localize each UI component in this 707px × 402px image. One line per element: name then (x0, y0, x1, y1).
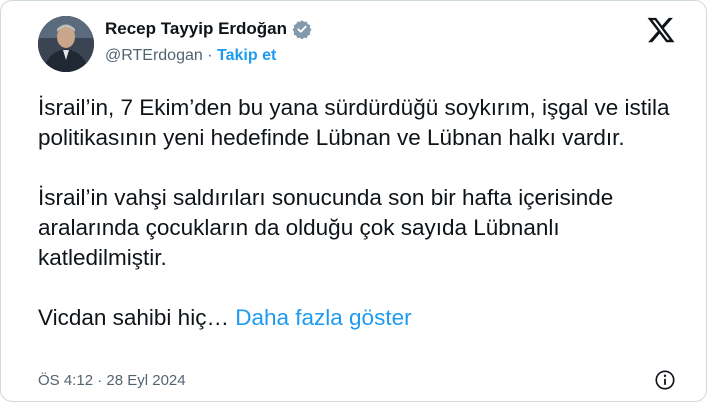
x-logo-icon[interactable] (646, 15, 676, 45)
tweet-paragraph-3: Vicdan sahibi hiç… Daha fazla göster (38, 303, 678, 333)
follow-button[interactable]: Takip et (217, 47, 276, 64)
tweet-date: 28 Eyl 2024 (106, 372, 186, 389)
tweet-time: ÖS 4:12 (38, 372, 94, 389)
tweet-card: Recep Tayyip Erdoğan @RTErdogan · Takip … (0, 0, 707, 402)
timestamp-separator: · (97, 372, 103, 389)
author-name-row: Recep Tayyip Erdoğan (105, 19, 312, 40)
verified-badge-icon (292, 19, 312, 40)
handle-separator: · (207, 47, 213, 64)
tweet-paragraph-2: İsrail’in vahşi saldırıları sonucunda so… (38, 185, 614, 270)
author-handle-row: @RTErdogan · Takip et (105, 47, 276, 65)
author-handle[interactable]: @RTErdogan (105, 47, 203, 64)
info-icon[interactable] (654, 369, 676, 391)
avatar-image (38, 16, 94, 72)
avatar[interactable] (38, 16, 94, 72)
tweet-timestamp[interactable]: ÖS 4:12 · 28 Eyl 2024 (38, 372, 186, 389)
tweet-text: İsrail’in, 7 Ekim’den bu yana sürdürdüğü… (38, 93, 678, 363)
show-more-link[interactable]: Daha fazla göster (235, 305, 411, 330)
tweet-paragraph-1: İsrail’in, 7 Ekim’den bu yana sürdürdüğü… (38, 95, 670, 150)
author-display-name[interactable]: Recep Tayyip Erdoğan (105, 19, 287, 39)
truncated-text: Vicdan sahibi hiç… (38, 305, 229, 330)
